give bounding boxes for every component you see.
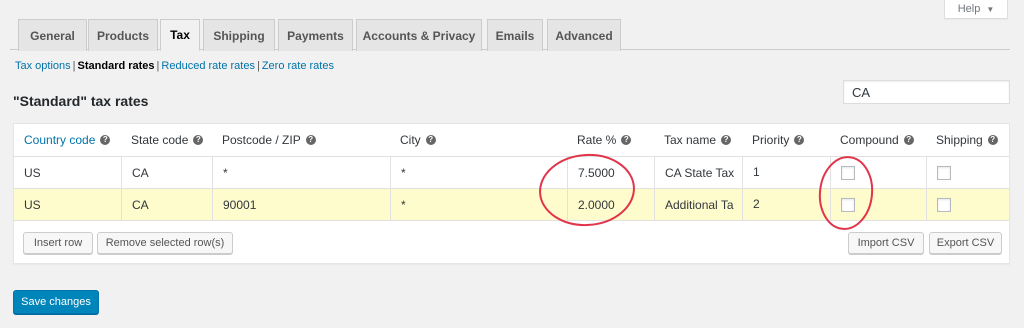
shipping-checkbox[interactable] <box>937 197 951 212</box>
col-compound-label: Compound <box>840 133 899 147</box>
postcode-cell[interactable]: 90001 <box>212 189 390 220</box>
col-country-code-label: Country code <box>24 133 96 147</box>
help-icon[interactable]: ? <box>305 135 316 145</box>
tax-name-cell[interactable]: CA State Tax <box>654 157 742 188</box>
postcode-cell[interactable]: * <box>212 157 390 188</box>
city-cell[interactable]: * <box>390 157 567 188</box>
help-icon[interactable]: ? <box>794 135 805 145</box>
caret-down-icon: ▼ <box>986 4 995 14</box>
shipping-cell <box>926 189 1009 220</box>
help-icon[interactable]: ? <box>987 135 998 145</box>
help-icon[interactable]: ? <box>721 135 732 145</box>
col-shipping: Shipping? <box>926 124 1009 156</box>
help-icon[interactable]: ? <box>193 135 204 145</box>
table-row: US CA 90001 * 2.0000 Additional Ta 2 <box>14 189 1009 221</box>
col-rate-label: Rate % <box>577 133 617 147</box>
export-csv-button[interactable]: Export CSV <box>929 232 1002 254</box>
tab-general[interactable]: General <box>18 19 87 51</box>
insert-row-button[interactable]: Insert row <box>23 232 93 254</box>
col-state-code-label: State code <box>131 133 189 147</box>
col-postcode-label: Postcode / ZIP <box>222 133 301 147</box>
tax-name-cell[interactable]: Additional Ta <box>654 189 742 220</box>
tab-accounts-privacy[interactable]: Accounts & Privacy <box>356 19 482 51</box>
table-row: US CA * * 7.5000 CA State Tax 1 <box>14 157 1009 189</box>
country-cell[interactable]: US <box>14 157 121 188</box>
help-tab[interactable]: Help ▼ <box>944 0 1008 19</box>
remove-rows-button[interactable]: Remove selected row(s) <box>97 232 233 254</box>
compound-cell <box>830 157 926 188</box>
rate-cell[interactable]: 7.5000 <box>567 157 654 188</box>
tab-shipping[interactable]: Shipping <box>203 19 275 51</box>
col-compound: Compound? <box>830 124 926 156</box>
col-rate: Rate %? <box>567 124 654 156</box>
tab-advanced[interactable]: Advanced <box>547 19 621 51</box>
col-city-label: City <box>400 133 421 147</box>
help-icon[interactable]: ? <box>100 135 111 145</box>
save-changes-button[interactable]: Save changes <box>13 290 99 314</box>
shipping-checkbox[interactable] <box>937 165 951 180</box>
settings-tabs: General Products Tax Shipping Payments A… <box>10 18 1010 51</box>
state-cell[interactable]: CA <box>121 157 212 188</box>
tax-rates-table: Country code? State code? Postcode / ZIP… <box>13 123 1010 264</box>
shipping-cell <box>926 157 1009 188</box>
tab-payments[interactable]: Payments <box>278 19 353 51</box>
tab-emails[interactable]: Emails <box>487 19 543 51</box>
compound-checkbox[interactable] <box>841 197 855 212</box>
compound-checkbox[interactable] <box>841 165 855 180</box>
city-cell[interactable]: * <box>390 189 567 220</box>
col-city: City? <box>390 124 567 156</box>
col-shipping-label: Shipping <box>936 133 983 147</box>
page-title: "Standard" tax rates <box>13 93 149 109</box>
table-header: Country code? State code? Postcode / ZIP… <box>14 124 1009 157</box>
col-tax-name: Tax name? <box>654 124 742 156</box>
filter-rates-input[interactable]: CA <box>843 80 1010 104</box>
rate-cell[interactable]: 2.0000 <box>567 189 654 220</box>
col-postcode: Postcode / ZIP? <box>212 124 390 156</box>
state-cell[interactable]: CA <box>121 189 212 220</box>
col-tax-name-label: Tax name <box>664 133 717 147</box>
help-icon[interactable]: ? <box>621 135 632 145</box>
link-reduced-rate-rates[interactable]: Reduced rate rates <box>161 60 255 72</box>
col-priority: Priority? <box>742 124 830 156</box>
help-icon[interactable]: ? <box>425 135 436 145</box>
import-csv-button[interactable]: Import CSV <box>848 232 924 254</box>
col-priority-label: Priority <box>752 133 790 147</box>
compound-cell <box>830 189 926 220</box>
current-standard-rates: Standard rates <box>77 60 155 72</box>
tax-sections-nav: Tax options | Standard rates | Reduced rate … <box>15 60 334 72</box>
help-icon[interactable]: ? <box>903 135 914 145</box>
tab-products[interactable]: Products <box>88 19 158 51</box>
tab-tax[interactable]: Tax <box>160 19 200 51</box>
priority-cell[interactable]: 1 <box>742 157 830 188</box>
link-tax-options[interactable]: Tax options <box>15 60 71 72</box>
help-label: Help <box>957 3 981 15</box>
col-country-code[interactable]: Country code? <box>14 124 121 156</box>
country-cell[interactable]: US <box>14 189 121 220</box>
priority-cell[interactable]: 2 <box>742 189 830 220</box>
col-state-code: State code? <box>121 124 212 156</box>
link-zero-rate-rates[interactable]: Zero rate rates <box>262 60 334 72</box>
